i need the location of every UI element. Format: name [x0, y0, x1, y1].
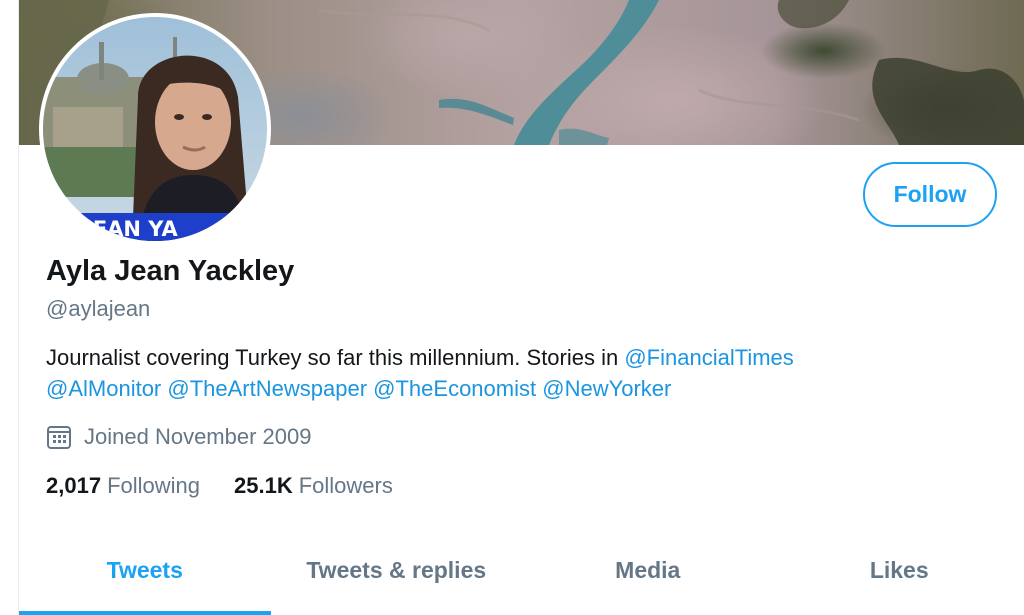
- mention-link[interactable]: @FinancialTimes: [624, 345, 793, 370]
- profile-tabs: Tweets Tweets & replies Media Likes: [19, 526, 1024, 615]
- tab-tweets[interactable]: Tweets: [19, 526, 271, 615]
- joined-date: Joined November 2009: [46, 424, 311, 450]
- followers-link[interactable]: 25.1K Followers: [234, 473, 393, 499]
- following-link[interactable]: 2,017 Following: [46, 473, 200, 499]
- follow-button[interactable]: Follow: [863, 162, 997, 227]
- bio-text: Journalist covering Turkey so far this m…: [46, 345, 625, 370]
- avatar[interactable]: JEAN YA: [39, 13, 271, 245]
- following-label: Following: [107, 473, 200, 498]
- followers-label: Followers: [298, 473, 393, 498]
- following-count: 2,017: [46, 473, 102, 498]
- avatar-caption: JEAN YA: [83, 217, 178, 241]
- handle: @aylajean: [46, 296, 151, 321]
- mention-link[interactable]: @TheEconomist: [373, 376, 536, 401]
- tab-likes[interactable]: Likes: [774, 526, 1024, 615]
- mention-link[interactable]: @TheArtNewspaper: [167, 376, 367, 401]
- mention-link[interactable]: @AlMonitor: [46, 376, 161, 401]
- mention-link[interactable]: @NewYorker: [542, 376, 671, 401]
- profile-card: JEAN YA Follow Ayla Jean Yackley @aylaje…: [18, 0, 1024, 615]
- tab-tweets-and-replies[interactable]: Tweets & replies: [271, 526, 523, 615]
- joined-text: Joined November 2009: [84, 424, 312, 449]
- tab-media[interactable]: Media: [522, 526, 774, 615]
- calendar-icon: [46, 424, 72, 450]
- avatar-photo: JEAN YA: [43, 17, 267, 241]
- profile-stats: 2,017 Following 25.1K Followers: [46, 473, 427, 499]
- bio: Journalist covering Turkey so far this m…: [46, 342, 1006, 404]
- display-name: Ayla Jean Yackley: [46, 255, 295, 287]
- followers-count: 25.1K: [234, 473, 293, 498]
